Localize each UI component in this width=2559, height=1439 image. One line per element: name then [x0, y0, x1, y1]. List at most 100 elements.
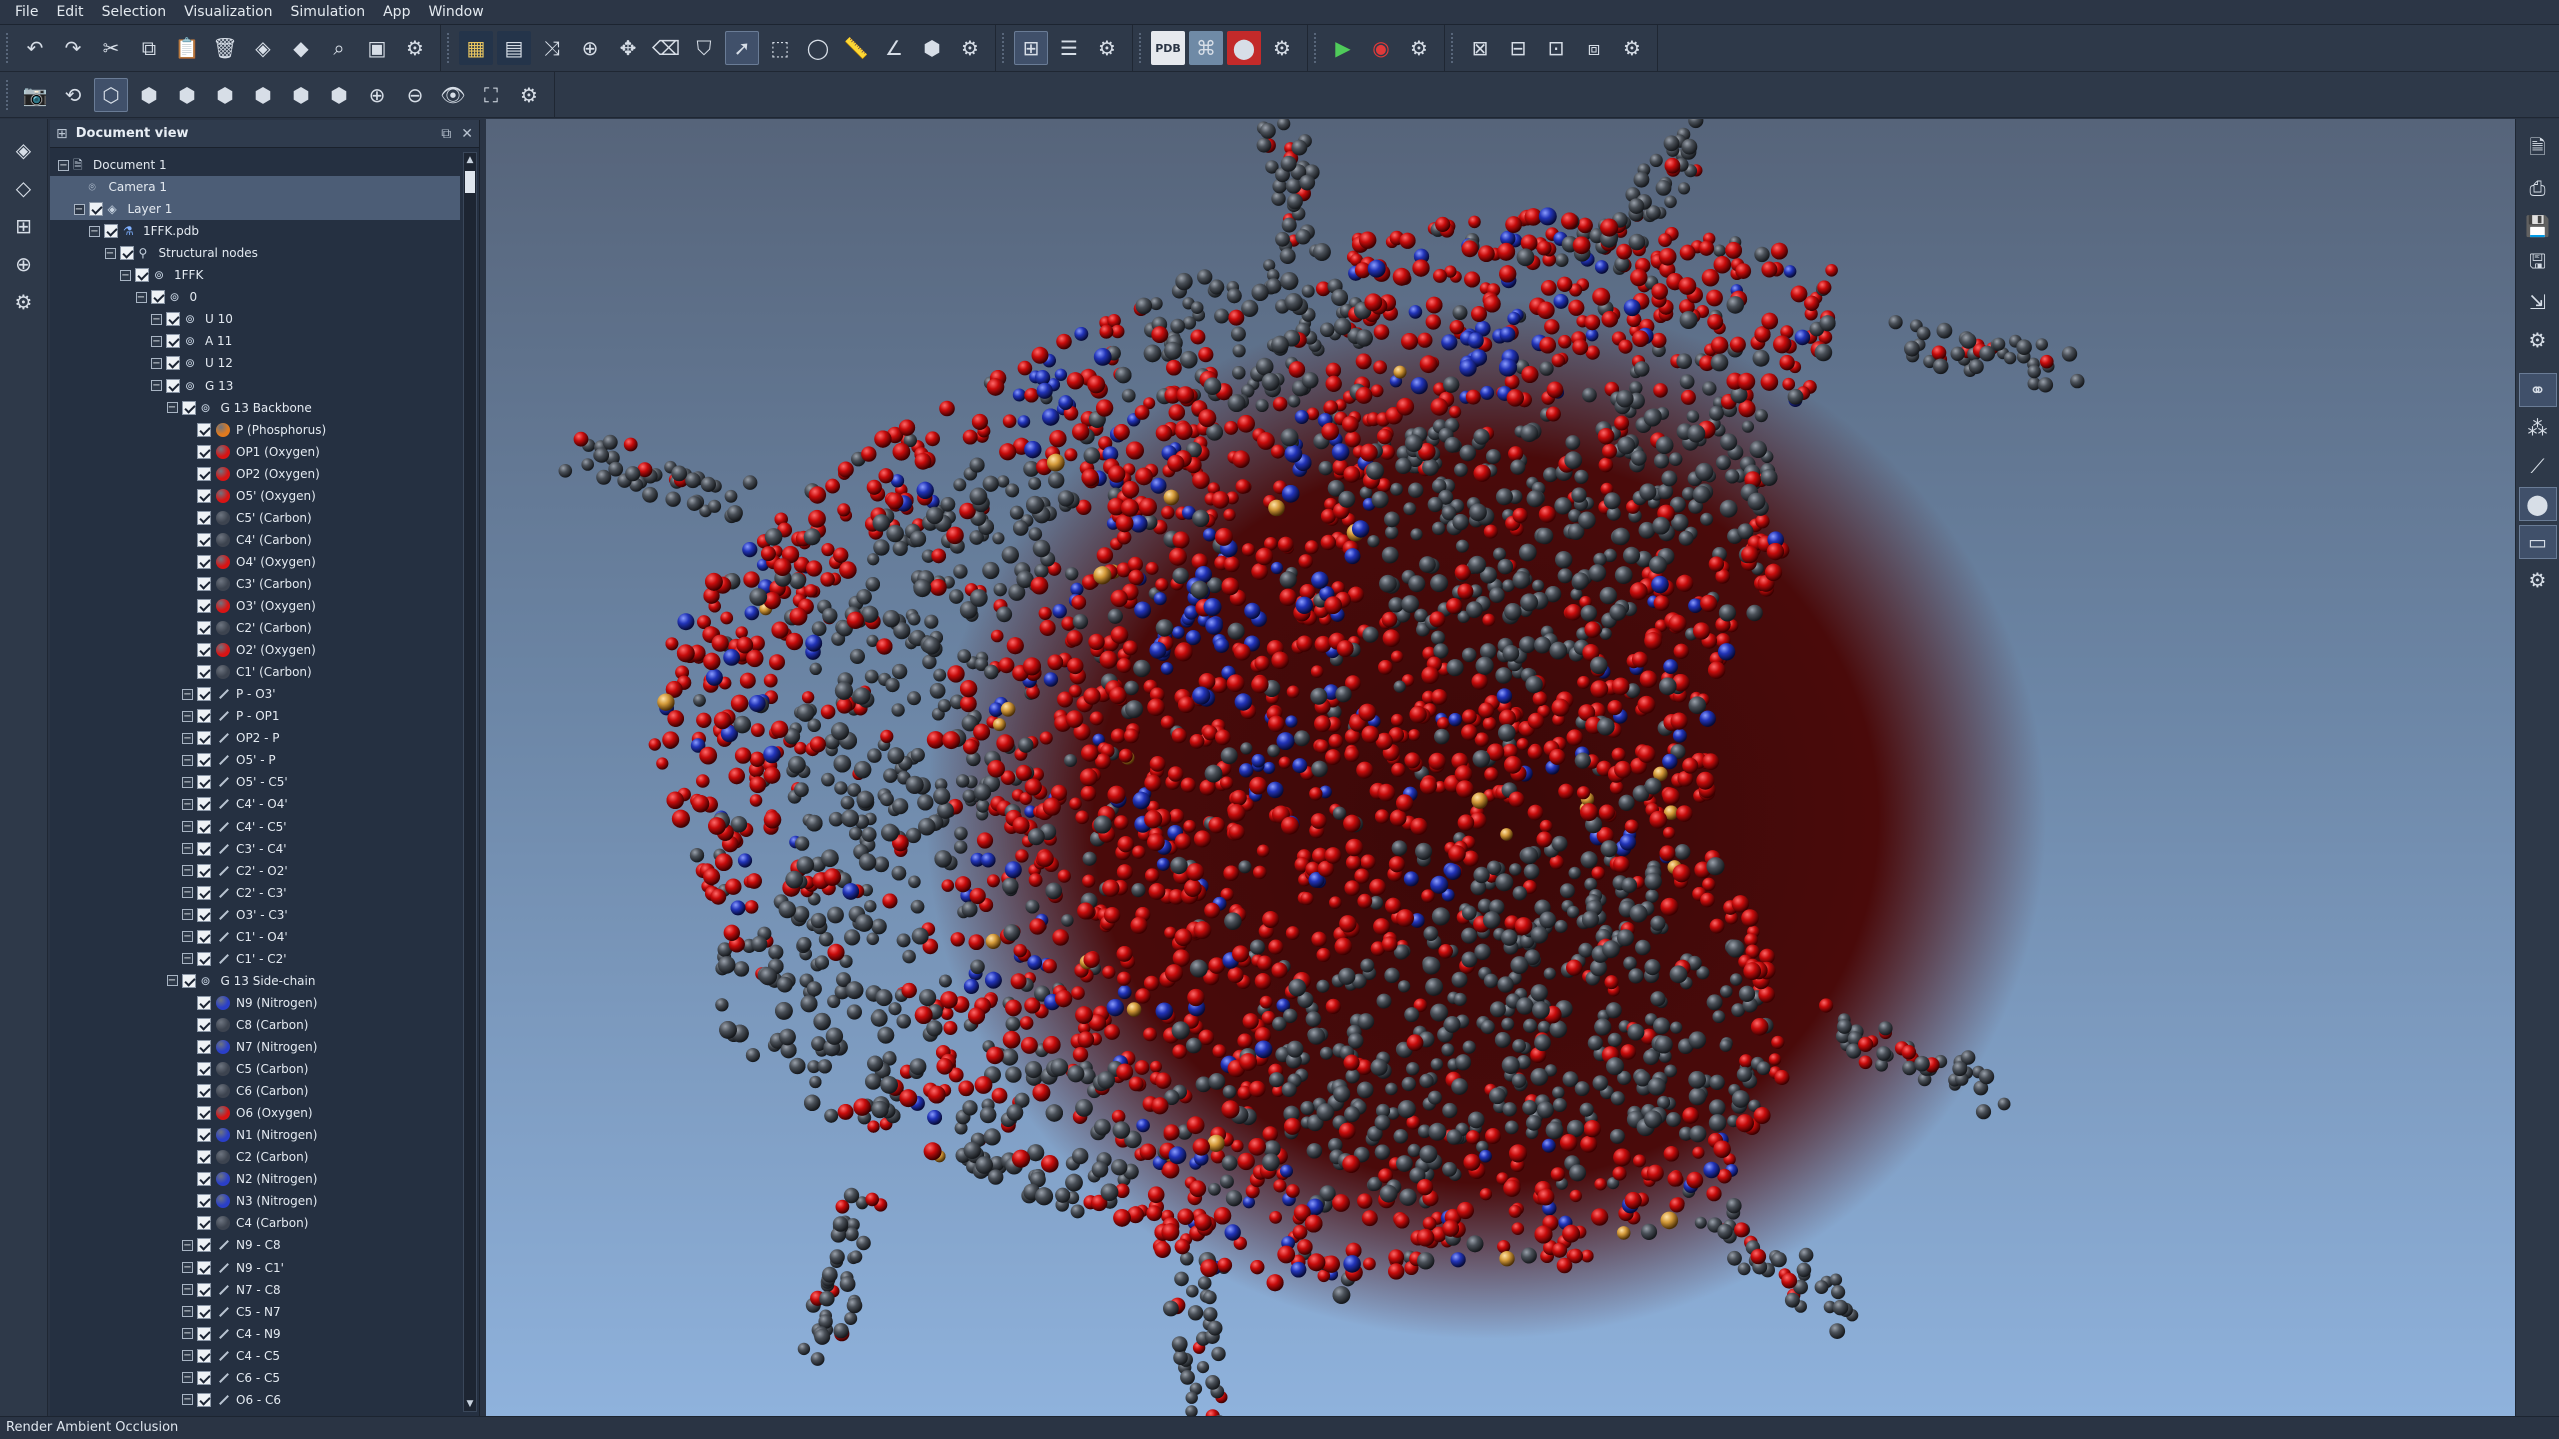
tree-node[interactable]: − O6 - C6 [50, 1389, 460, 1411]
tree-node[interactable]: N7 (Nitrogen) [50, 1036, 460, 1058]
tree-expand-icon[interactable]: − [104, 247, 116, 259]
tree-node[interactable]: − ⚲ Structural nodes [50, 242, 460, 264]
print-icon[interactable]: ⎙ [2519, 171, 2557, 205]
visibility-checkbox[interactable] [197, 665, 211, 680]
settings-gear-icon[interactable]: ⚙ [5, 285, 43, 319]
layers-settings-icon[interactable]: ◇ [5, 171, 43, 205]
tree-node[interactable]: − C1' - C2' [50, 948, 460, 970]
toolbar-grip[interactable] [1451, 33, 1457, 63]
window-close-icon[interactable]: ⊠ [1463, 31, 1497, 65]
toolbar-grip[interactable] [6, 79, 12, 110]
tree-node[interactable]: C5 (Carbon) [50, 1058, 460, 1080]
camera-reset-icon[interactable]: ⟲ [56, 78, 90, 112]
tree-expand-icon[interactable]: − [182, 1350, 193, 1362]
tree-node[interactable]: − C5 - N7 [50, 1301, 460, 1323]
tree-node[interactable]: − ⊚ 0 [50, 286, 460, 308]
record-icon[interactable]: ◉ [1364, 31, 1398, 65]
tree-node[interactable]: OP2 (Oxygen) [50, 463, 460, 485]
tree-node[interactable]: − C4' - C5' [50, 816, 460, 838]
map-icon[interactable]: ⌘ [1189, 31, 1223, 65]
cut-icon[interactable]: ✂ [94, 31, 128, 65]
cube-back-icon[interactable]: ⬢ [170, 78, 204, 112]
tree-node[interactable]: N9 (Nitrogen) [50, 992, 460, 1014]
tree-node[interactable]: N1 (Nitrogen) [50, 1124, 460, 1146]
menu-app[interactable]: App [374, 0, 419, 25]
save-icon[interactable]: 💾 [2519, 209, 2557, 243]
settings-gear-icon[interactable]: ⚙ [2519, 563, 2557, 597]
visibility-checkbox[interactable] [166, 312, 180, 327]
window-dock-icon[interactable]: ⊡ [1539, 31, 1573, 65]
scroll-down-icon[interactable]: ▼ [464, 1397, 476, 1411]
tree-node[interactable]: C5' (Carbon) [50, 507, 460, 529]
add-element-icon[interactable]: ⊕ [5, 247, 43, 281]
tree-node[interactable]: O3' (Oxygen) [50, 595, 460, 617]
tree-node[interactable]: − P - O3' [50, 683, 460, 705]
tree-node[interactable]: ⌾ Camera 1 [50, 176, 460, 199]
tree-node[interactable]: O2' (Oxygen) [50, 639, 460, 661]
fit-view-icon[interactable]: ⛶ [474, 78, 508, 112]
tree-expand-icon[interactable]: − [182, 776, 193, 788]
tree-node[interactable]: − O5' - C5' [50, 771, 460, 793]
cube-right-icon[interactable]: ⬢ [246, 78, 280, 112]
undo-icon[interactable]: ↶ [18, 31, 52, 65]
tree-node[interactable]: − N7 - C8 [50, 1279, 460, 1301]
cube-front-icon[interactable]: ⬢ [132, 78, 166, 112]
tree-expand-icon[interactable]: − [182, 887, 193, 899]
pdb-icon[interactable]: PDB [1151, 31, 1185, 65]
tree-node[interactable]: − C4' - O4' [50, 793, 460, 815]
tree-expand-icon[interactable]: − [182, 953, 193, 965]
settings-gear-icon[interactable]: ⚙ [1402, 31, 1436, 65]
tree-expand-icon[interactable]: − [182, 909, 193, 921]
delete-icon[interactable]: 🗑 [208, 31, 242, 65]
visibility-checkbox[interactable] [197, 951, 211, 966]
visibility-checkbox[interactable] [197, 841, 211, 856]
visibility-checkbox[interactable] [197, 576, 211, 591]
rect-select-icon[interactable]: ⬚ [763, 31, 797, 65]
tree-expand-icon[interactable]: − [182, 1239, 193, 1251]
menu-window[interactable]: Window [419, 0, 492, 25]
menu-visualization[interactable]: Visualization [175, 0, 281, 25]
cube-left-icon[interactable]: ⬢ [208, 78, 242, 112]
tree-node[interactable]: − N9 - C8 [50, 1234, 460, 1256]
tree-node[interactable]: − C4 - C5 [50, 1345, 460, 1367]
menu-selection[interactable]: Selection [93, 0, 176, 25]
visibility-checkbox[interactable] [88, 202, 103, 217]
window-float-icon[interactable]: ⧈ [1577, 31, 1611, 65]
tree-expand-icon[interactable]: − [182, 754, 193, 766]
eye-icon[interactable]: 👁 [436, 78, 470, 112]
visibility-checkbox[interactable] [197, 775, 211, 790]
visibility-checkbox[interactable] [197, 1040, 211, 1054]
visibility-checkbox[interactable] [150, 290, 165, 305]
tree-expand-icon[interactable]: − [182, 710, 193, 722]
add-node-icon[interactable]: ⊕ [573, 31, 607, 65]
ball-stick-icon[interactable]: ⚭ [2518, 373, 2557, 407]
lines-icon[interactable]: ⟋ [2519, 449, 2557, 483]
panel-float-icon[interactable]: ⧉ [441, 126, 451, 142]
sort-icon[interactable]: ☰ [1052, 31, 1086, 65]
ruler-icon[interactable]: 📏 [839, 31, 873, 65]
vdw-spheres-icon[interactable]: ⬤ [2518, 487, 2557, 521]
tree-expand-icon[interactable]: − [182, 931, 193, 943]
tree-node[interactable]: C4 (Carbon) [50, 1212, 460, 1234]
layer-down-icon[interactable]: ◆ [284, 31, 318, 65]
tree-node[interactable]: − N9 - C1' [50, 1257, 460, 1279]
tree-expand-icon[interactable]: − [166, 975, 178, 987]
find-icon[interactable]: ⌕ [322, 31, 356, 65]
visibility-checkbox[interactable] [197, 1172, 211, 1187]
bucket-icon[interactable]: ⛉ [687, 31, 721, 65]
visibility-checkbox[interactable] [197, 444, 211, 459]
visibility-checkbox[interactable] [197, 1017, 211, 1032]
visibility-checkbox[interactable] [197, 488, 211, 503]
visibility-checkbox[interactable] [197, 1370, 211, 1385]
visibility-checkbox[interactable] [197, 1348, 211, 1363]
tree-node[interactable]: − 🗎 Document 1 [50, 154, 460, 176]
tree-expand-icon[interactable]: − [58, 159, 69, 171]
tree-node[interactable]: − P - OP1 [50, 705, 460, 727]
visibility-checkbox[interactable] [197, 995, 211, 1010]
save-as-icon[interactable]: 🖫 [2519, 247, 2557, 281]
visibility-checkbox[interactable] [197, 753, 211, 768]
visibility-checkbox[interactable] [166, 334, 180, 349]
copy-icon[interactable]: ⧉ [132, 31, 166, 65]
tree-expand-icon[interactable]: − [89, 225, 100, 237]
visibility-checkbox[interactable] [197, 621, 211, 636]
